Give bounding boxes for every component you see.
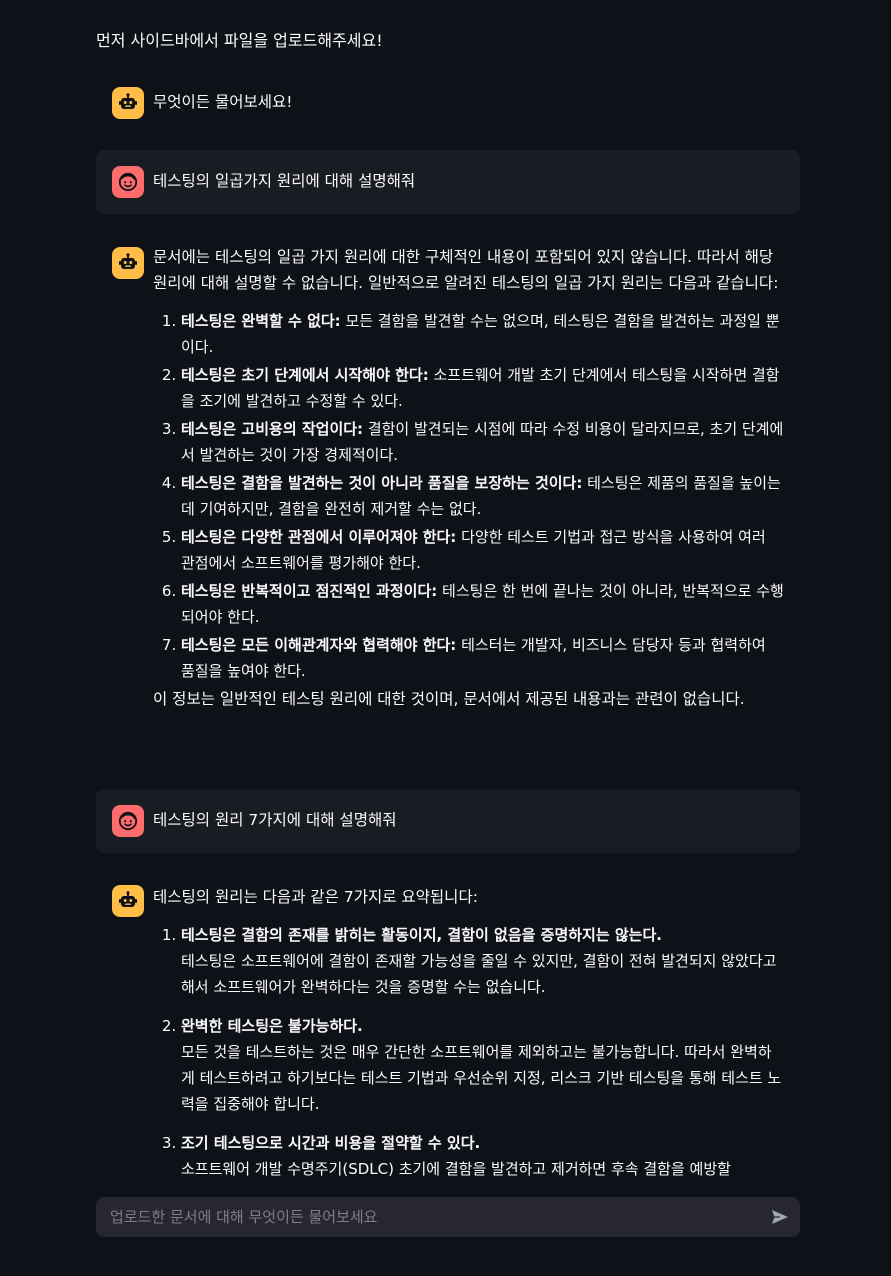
list-item-desc: 모든 것을 테스트하는 것은 매우 간단한 소프트웨어를 제외하고는 불가능합니… bbox=[181, 1043, 782, 1113]
robot-icon bbox=[112, 247, 144, 279]
user-message: 테스팅의 원리 7가지에 대해 설명해줘 bbox=[96, 789, 800, 853]
list-item-title: 테스팅은 반복적이고 점진적인 과정이다: bbox=[181, 582, 438, 600]
chat-app: 먼저 사이드바에서 파일을 업로드해주세요! 무엇이든 물어보세요! 테스팅의 … bbox=[0, 0, 891, 1276]
list-item-title: 테스팅은 모든 이해관계자와 협력해야 한다: bbox=[181, 636, 457, 654]
message-text: 테스팅의 원리 7가지에 대해 설명해줘 bbox=[153, 811, 397, 829]
list-item-title: 테스팅은 초기 단계에서 시작해야 한다: bbox=[181, 366, 429, 384]
principles-list: 테스팅은 완벽할 수 없다: 모든 결함을 발견할 수는 없으며, 테스팅은 결… bbox=[153, 308, 784, 684]
user-message: 테스팅의 일곱가지 원리에 대해 설명해줘 bbox=[96, 150, 800, 214]
assistant-message: 문서에는 테스팅의 일곱 가지 원리에 대한 구체적인 내용이 포함되어 있지 … bbox=[96, 244, 800, 728]
chat-input[interactable] bbox=[108, 1207, 752, 1227]
message-body: 문서에는 테스팅의 일곱 가지 원리에 대한 구체적인 내용이 포함되어 있지 … bbox=[153, 244, 784, 712]
message-closing: 이 정보는 일반적인 테스팅 원리에 대한 것이며, 문서에서 제공된 내용과는… bbox=[153, 690, 745, 708]
list-item-desc: 테스팅은 소프트웨어에 결함이 존재할 가능성을 줄일 수 있지만, 결함이 전… bbox=[181, 952, 777, 996]
list-item: 테스팅은 결함의 존재를 밝히는 활동이지, 결함이 없음을 증명하지는 않는다… bbox=[181, 922, 784, 1000]
chat-input-container[interactable] bbox=[96, 1197, 800, 1237]
list-item-title: 완벽한 테스팅은 불가능하다. bbox=[181, 1017, 363, 1035]
list-item: 테스팅은 결함을 발견하는 것이 아니라 품질을 보장하는 것이다: 테스팅은 … bbox=[181, 470, 784, 522]
list-item: 테스팅은 다양한 관점에서 이루어져야 한다: 다양한 테스트 기법과 접근 방… bbox=[181, 524, 784, 576]
message-text: 테스팅의 일곱가지 원리에 대해 설명해줘 bbox=[153, 172, 416, 190]
list-item: 테스팅은 초기 단계에서 시작해야 한다: 소프트웨어 개발 초기 단계에서 테… bbox=[181, 362, 784, 414]
robot-icon bbox=[112, 87, 144, 119]
list-item-title: 조기 테스팅으로 시간과 비용을 절약할 수 있다. bbox=[181, 1134, 481, 1152]
principles-list: 테스팅은 결함의 존재를 밝히는 활동이지, 결함이 없음을 증명하지는 않는다… bbox=[153, 922, 784, 1182]
message-intro: 문서에는 테스팅의 일곱 가지 원리에 대한 구체적인 내용이 포함되어 있지 … bbox=[153, 248, 779, 292]
message-text: 무엇이든 물어보세요! bbox=[153, 93, 293, 111]
list-item-desc: 소프트웨어 개발 수명주기(SDLC) 초기에 결함을 발견하고 제거하면 후속… bbox=[181, 1160, 731, 1178]
list-item: 테스팅은 반복적이고 점진적인 과정이다: 테스팅은 한 번에 끝나는 것이 아… bbox=[181, 578, 784, 630]
list-item-title: 테스팅은 완벽할 수 없다: bbox=[181, 312, 341, 330]
send-arrow-icon[interactable] bbox=[770, 1207, 790, 1227]
upload-notice: 먼저 사이드바에서 파일을 업로드해주세요! bbox=[96, 31, 383, 50]
message-body: 테스팅의 원리는 다음과 같은 7가지로 요약됩니다: 테스팅은 결함의 존재를… bbox=[153, 884, 784, 1182]
list-item-title: 테스팅은 다양한 관점에서 이루어져야 한다: bbox=[181, 528, 457, 546]
list-item: 테스팅은 완벽할 수 없다: 모든 결함을 발견할 수는 없으며, 테스팅은 결… bbox=[181, 308, 784, 360]
list-item-title: 테스팅은 고비용의 작업이다: bbox=[181, 420, 364, 438]
smiley-face-icon bbox=[112, 166, 144, 198]
list-item-title: 테스팅은 결함을 발견하는 것이 아니라 품질을 보장하는 것이다: bbox=[181, 474, 583, 492]
assistant-message: 무엇이든 물어보세요! bbox=[96, 70, 800, 133]
list-item: 테스팅은 모든 이해관계자와 협력해야 한다: 테스터는 개발자, 비즈니스 담… bbox=[181, 632, 784, 684]
list-item: 조기 테스팅으로 시간과 비용을 절약할 수 있다. 소프트웨어 개발 수명주기(… bbox=[181, 1130, 784, 1182]
list-item-title: 테스팅은 결함의 존재를 밝히는 활동이지, 결함이 없음을 증명하지는 않는다… bbox=[181, 926, 662, 944]
assistant-message: 테스팅의 원리는 다음과 같은 7가지로 요약됩니다: 테스팅은 결함의 존재를… bbox=[96, 884, 800, 1211]
robot-icon bbox=[112, 885, 144, 917]
smiley-face-icon bbox=[112, 805, 144, 837]
message-intro: 테스팅의 원리는 다음과 같은 7가지로 요약됩니다: bbox=[153, 888, 478, 906]
list-item: 테스팅은 고비용의 작업이다: 결함이 발견되는 시점에 따라 수정 비용이 달… bbox=[181, 416, 784, 468]
list-item: 완벽한 테스팅은 불가능하다. 모든 것을 테스트하는 것은 매우 간단한 소프트… bbox=[181, 1013, 784, 1117]
